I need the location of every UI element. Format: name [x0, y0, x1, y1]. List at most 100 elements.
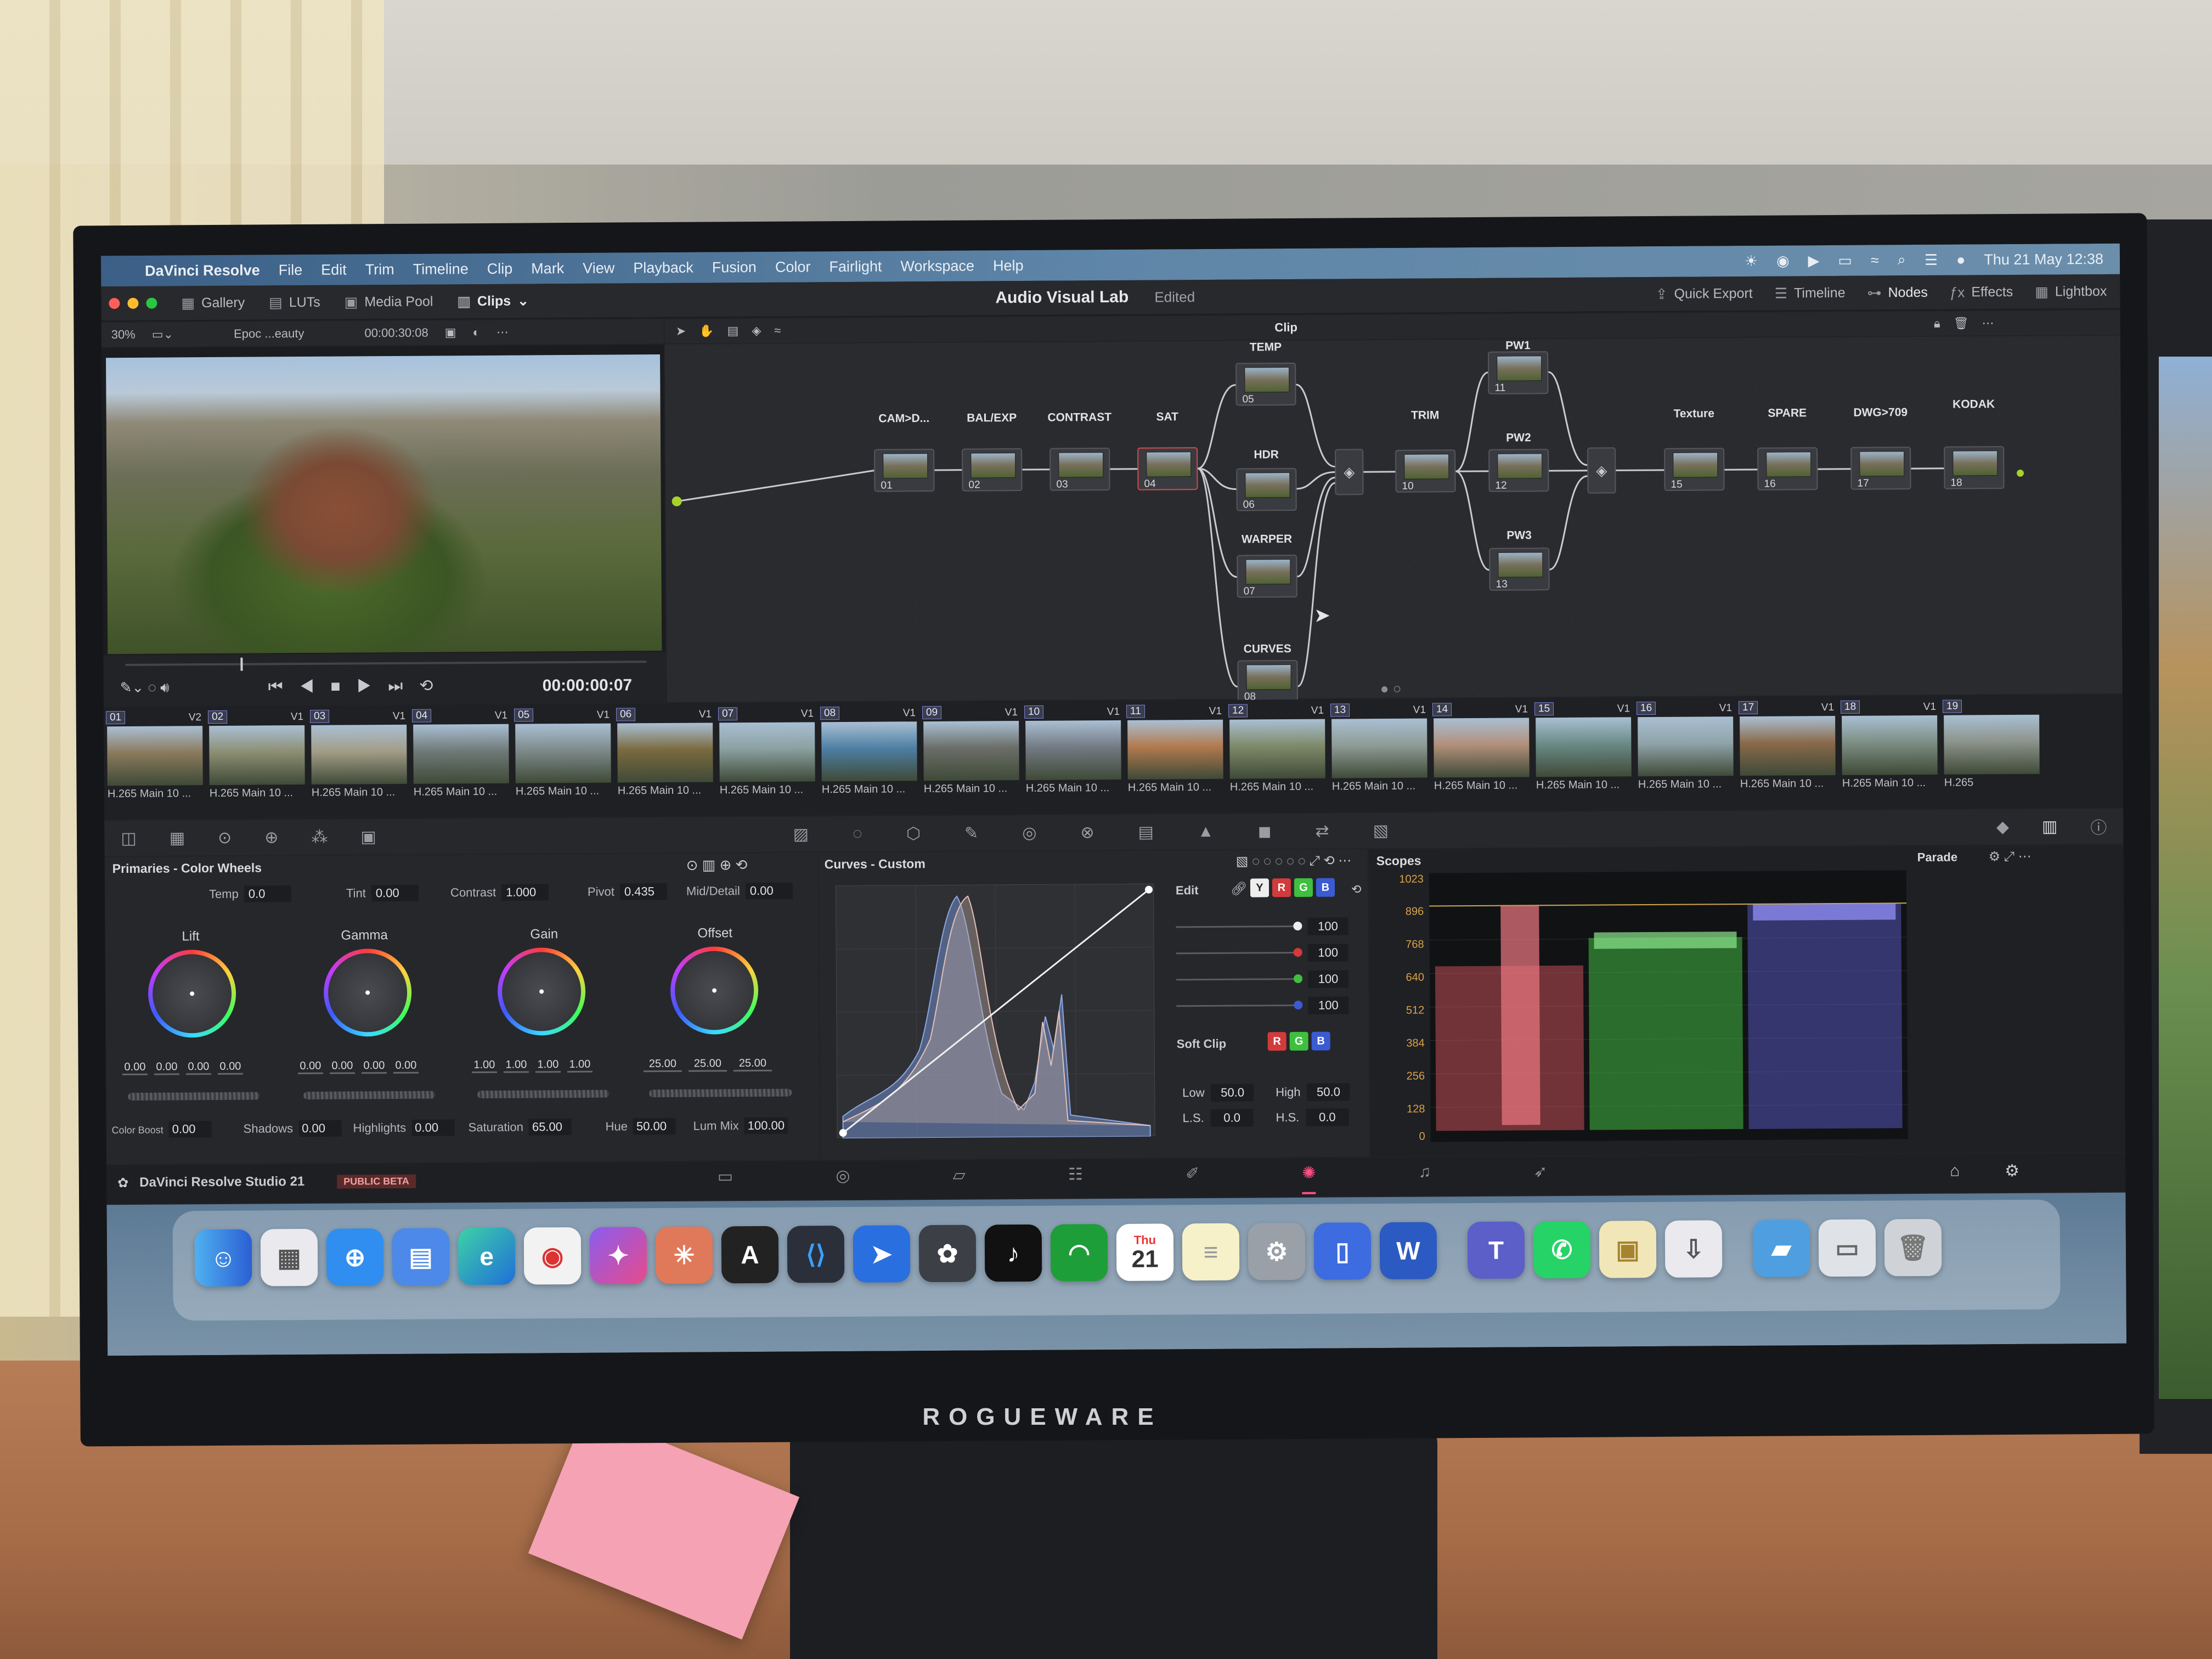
gamma-wheel[interactable] [323, 948, 412, 1037]
node-12[interactable]: 12 [1488, 449, 1549, 492]
gamma-value[interactable]: 0.00 [393, 1059, 419, 1074]
clip-thumbnail[interactable]: 16 V1 H.265 Main 10 ... [1636, 701, 1736, 806]
node-05[interactable]: 05 [1235, 362, 1296, 406]
channel-r-button[interactable]: R [1272, 878, 1291, 898]
clip-thumbnail[interactable]: 02 V1 H.265 Main 10 ... [207, 710, 307, 815]
safari-icon[interactable]: ⊕ [326, 1228, 384, 1286]
link-icon[interactable]: 🔗︎ [1231, 881, 1248, 897]
3d-icon[interactable]: ▧ [1373, 821, 1389, 840]
search-icon[interactable]: ⌕ [1898, 251, 1906, 269]
softclip-g-button[interactable]: G [1289, 1031, 1308, 1051]
simulator-icon[interactable]: ▯ [1313, 1222, 1372, 1280]
channel-g-button[interactable]: G [1294, 878, 1313, 897]
curves-icon[interactable]: ▨ [793, 825, 809, 844]
bypass-icon[interactable]: ≈ [774, 324, 781, 338]
downloads-folder-icon[interactable]: ▰ [1752, 1220, 1810, 1277]
hue-field[interactable]: 50.00 [633, 1118, 676, 1135]
menu-file[interactable]: File [279, 262, 303, 279]
gamma-value[interactable]: 0.00 [361, 1059, 387, 1074]
play-icon[interactable]: ▶ [1808, 252, 1820, 269]
claude-icon[interactable]: ✳ [655, 1226, 713, 1284]
scope-mode-dropdown[interactable]: Parade [1917, 850, 1958, 865]
edit-page-icon[interactable]: ▱ [953, 1166, 966, 1197]
zoom-dropdown[interactable]: 30% [111, 328, 136, 342]
gain-value[interactable]: 1.00 [567, 1058, 593, 1073]
node-mode-dropdown[interactable]: Clip [1274, 320, 1297, 335]
channel-b-button[interactable]: B [1316, 878, 1335, 897]
chrome-icon[interactable]: ◉ [523, 1227, 582, 1285]
viewer[interactable] [101, 344, 666, 656]
affinity-icon[interactable]: A [721, 1226, 779, 1284]
softclip-b-button[interactable]: B [1311, 1031, 1330, 1051]
source-timecode[interactable]: 00:00:30:08 [364, 326, 428, 341]
parallel-mixer[interactable]: ◈ [1587, 447, 1616, 494]
m365-icon[interactable]: ✦ [589, 1227, 647, 1284]
clip-thumbnail[interactable]: 06 V1 H.265 Main 10 ... [616, 707, 715, 812]
curves-mode-icons[interactable]: ▧ ◌ ◌ ◌ ◌ ◌ ⤢ ⟲ ⋯ [1236, 853, 1352, 869]
b-intensity-slider[interactable] [1294, 1000, 1303, 1010]
r-intensity-field[interactable]: 100 [1307, 944, 1348, 962]
gamma-master-slider[interactable] [303, 1091, 436, 1100]
clip-thumbnail[interactable]: 09 V1 H.265 Main 10 ... [922, 706, 1022, 810]
hs-field[interactable]: 0.0 [1306, 1108, 1349, 1126]
node-08[interactable]: 08 [1237, 659, 1298, 703]
node-01[interactable]: 01 [874, 448, 935, 492]
gain-master-slider[interactable] [477, 1090, 610, 1099]
whatsapp-icon[interactable]: ✆ [1533, 1221, 1591, 1279]
davinci-resolve-icon[interactable]: ✿ [918, 1224, 977, 1283]
clip-thumbnail[interactable]: 01 V2 H.265 Main 10 ... [105, 710, 205, 815]
clip-thumbnail[interactable]: 19 H.265 [1942, 699, 2042, 804]
clip-thumbnail[interactable]: 04 V1 H.265 Main 10 ... [411, 709, 511, 814]
lift-value[interactable]: 0.00 [185, 1060, 212, 1075]
color-match-icon[interactable]: ▦ [170, 828, 185, 848]
deliver-page-icon[interactable]: ➶ [1533, 1162, 1547, 1193]
node-07[interactable]: 07 [1237, 554, 1297, 598]
menu-playback[interactable]: Playback [633, 259, 693, 276]
brightness-icon[interactable]: ☀ [1745, 252, 1758, 269]
gain-values[interactable]: 1.00 1.00 1.00 1.00 [471, 1058, 593, 1074]
clip-thumbnail[interactable]: 05 V1 H.265 Main 10 ... [514, 708, 613, 813]
qualifier-icon[interactable]: ⬡ [906, 824, 921, 843]
pointer-tool-icon[interactable]: ➤ [676, 324, 686, 338]
node-11[interactable]: 11 [1488, 351, 1549, 394]
offset-value[interactable]: 25.00 [688, 1057, 727, 1072]
clip-thumbnail[interactable]: 18 V1 H.265 Main 10 ... [1840, 700, 1940, 805]
high-field[interactable]: 50.0 [1307, 1083, 1350, 1101]
gain-wheel[interactable] [497, 947, 586, 1036]
lift-wheel[interactable] [148, 949, 236, 1038]
gain-value[interactable]: 1.00 [503, 1058, 529, 1073]
scrubber-playhead[interactable] [240, 657, 243, 671]
launchpad-icon[interactable]: ▦ [260, 1228, 318, 1286]
menu-mark[interactable]: Mark [531, 260, 564, 277]
tiktok-icon[interactable]: ♪ [984, 1224, 1042, 1282]
fusion-page-icon[interactable]: ☷ [1068, 1165, 1083, 1195]
node-02[interactable]: 02 [962, 448, 1023, 492]
parallel-mixer[interactable]: ◈ [1335, 449, 1364, 495]
shadows-field[interactable]: 0.00 [298, 1120, 342, 1137]
transport-buttons[interactable]: ⏮◀■▶⏭⟲ [268, 676, 450, 696]
quick-export-button[interactable]: ⇪ Quick Export [1656, 285, 1753, 302]
rgb-mixer-icon[interactable]: ⁂ [311, 827, 328, 847]
lift-value[interactable]: 0.00 [122, 1060, 148, 1076]
clip-thumbnail[interactable]: 07 V1 H.265 Main 10 ... [718, 707, 817, 811]
window-close-button[interactable] [109, 298, 120, 309]
lift-value[interactable]: 0.00 [217, 1060, 244, 1075]
node-04[interactable]: 04 [1137, 447, 1198, 490]
nodes-button[interactable]: ⊶ Nodes [1867, 284, 1927, 301]
offset-values[interactable]: 25.00 25.00 25.00 [643, 1057, 772, 1073]
node-15[interactable]: 15 [1664, 448, 1725, 491]
lightbox-button[interactable]: ▦ Lightbox [2035, 283, 2107, 300]
info-icon[interactable]: ⓘ [2090, 814, 2107, 838]
menu-edit[interactable]: Edit [321, 261, 347, 278]
softclip-r-button[interactable]: R [1267, 1032, 1286, 1051]
menu-fusion[interactable]: Fusion [712, 258, 757, 275]
b-intensity-field[interactable]: 100 [1308, 996, 1349, 1014]
luts-button[interactable]: ▤ LUTs [269, 294, 320, 311]
media-pool-button[interactable]: ▣ Media Pool [345, 293, 433, 311]
camera-raw-icon[interactable]: ◫ [121, 828, 137, 848]
lock-icon[interactable]: 🔒︎ [1934, 317, 1940, 331]
edit-reset-icon[interactable]: ⟲ [1351, 882, 1362, 896]
clip-name-dropdown[interactable]: Epoc ...eauty [234, 326, 304, 341]
transport-tools-icon[interactable]: ✎⌄ ◌ 🔊︎ [120, 679, 170, 697]
clip-thumbnail[interactable]: 03 V1 H.265 Main 10 ... [309, 709, 409, 814]
